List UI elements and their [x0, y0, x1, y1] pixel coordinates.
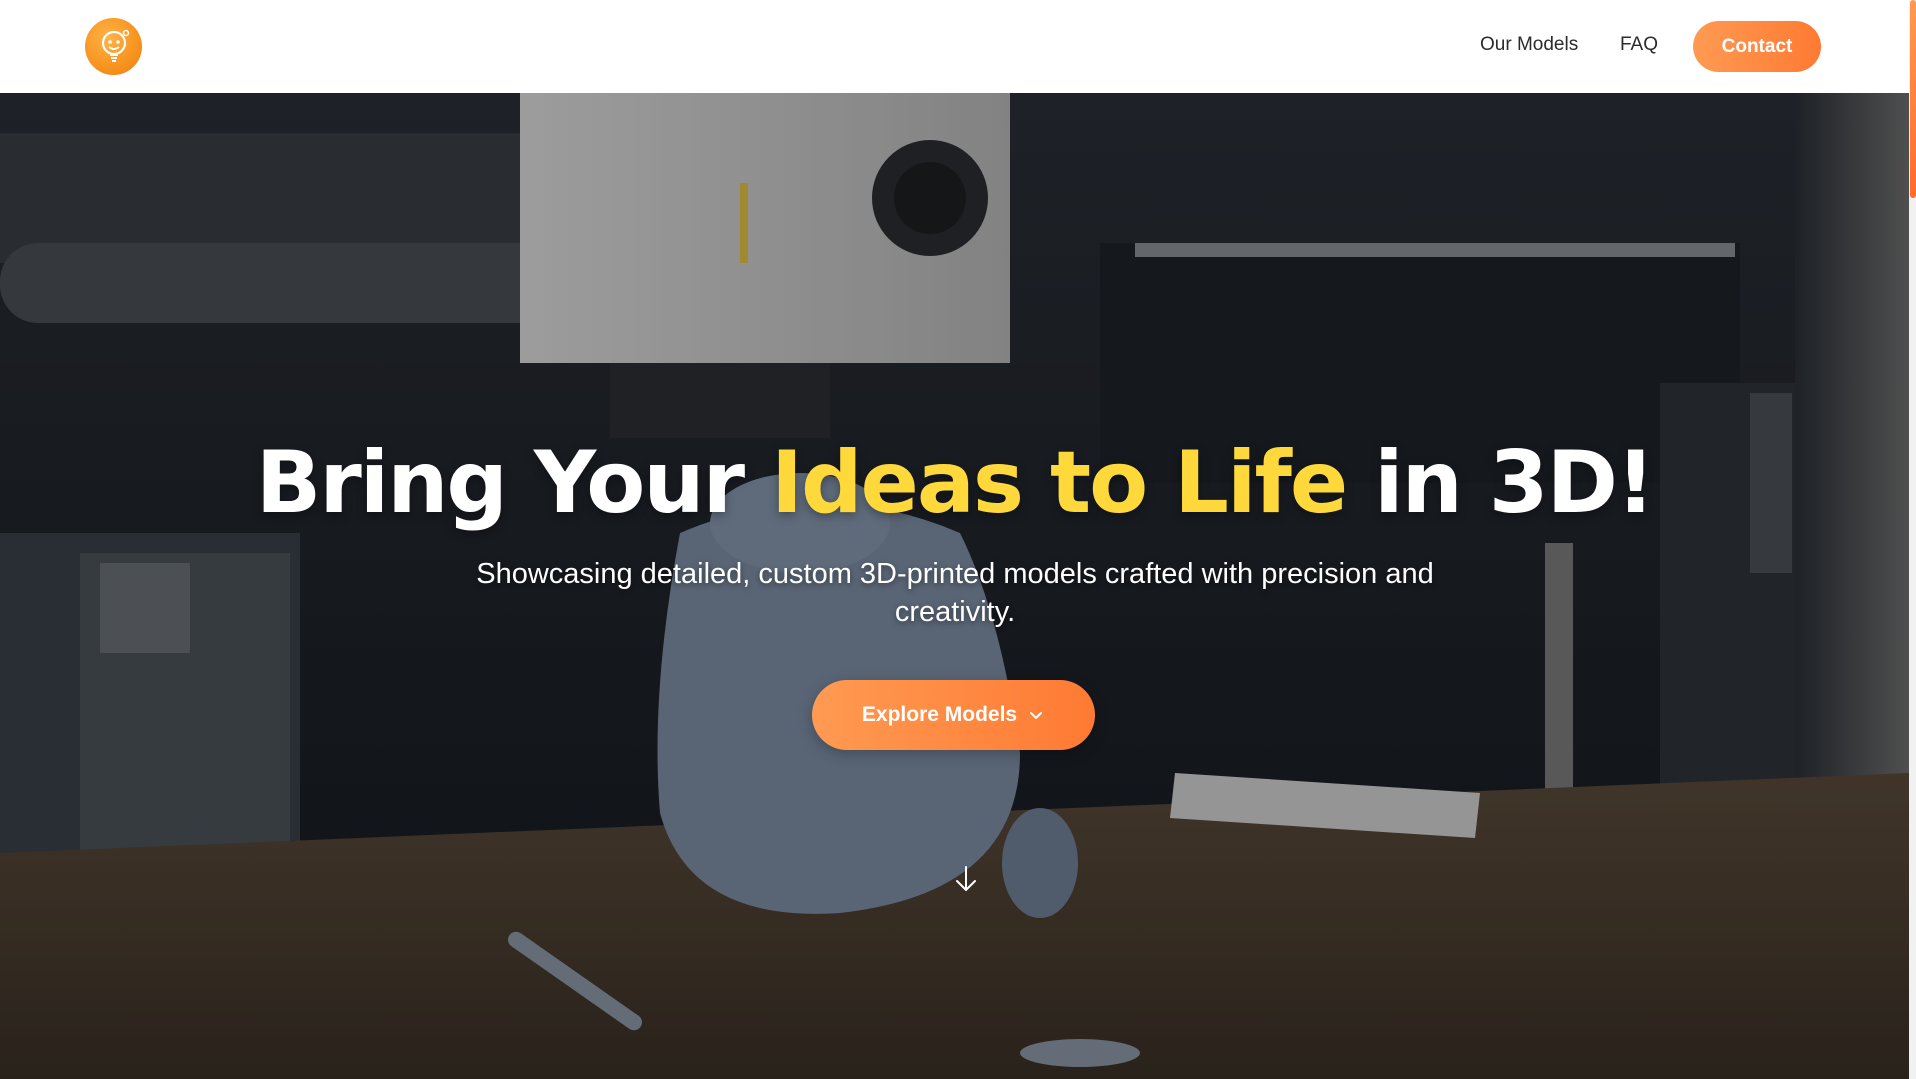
explore-models-label: Explore Models: [861, 703, 1018, 726]
headline-text-accent: Ideas to Life: [770, 433, 1348, 533]
page-scrollbar[interactable]: [1909, 0, 1916, 1079]
hero-headline: Bring Your Ideas to Life in 3D!: [0, 433, 1909, 533]
contact-button[interactable]: Contact: [1693, 21, 1821, 72]
nav-link-our-models[interactable]: Our Models: [1480, 34, 1578, 56]
nav-link-faq[interactable]: FAQ: [1620, 34, 1658, 56]
hero-section: Bring Your Ideas to Life in 3D! Showcasi…: [0, 93, 1909, 1079]
headline-text-start: Bring Your: [255, 433, 745, 533]
chevron-down-icon: [1030, 712, 1043, 719]
arrow-down-icon[interactable]: [953, 864, 979, 894]
explore-models-button[interactable]: Explore Models: [812, 680, 1095, 750]
hero-subtitle: Showcasing detailed, custom 3D-printed m…: [476, 558, 1434, 628]
headline-text-end: in 3D!: [1374, 433, 1655, 533]
site-header: Our Models FAQ Contact: [0, 0, 1909, 93]
logo-icon[interactable]: [85, 18, 142, 75]
scrollbar-thumb[interactable]: [1910, 0, 1916, 198]
